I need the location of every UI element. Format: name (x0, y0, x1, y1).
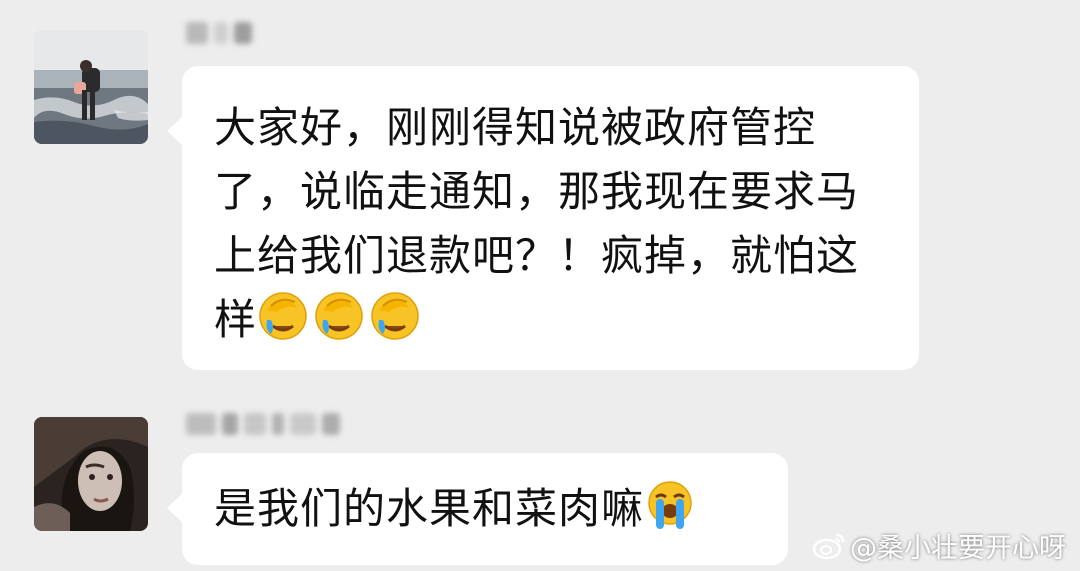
weibo-watermark: @桑小壮要开心呀 (812, 527, 1066, 564)
loudly-crying-emoji (648, 481, 692, 529)
sender-avatar-1[interactable] (34, 30, 148, 144)
message-bubble-1[interactable]: 大家好，刚刚得知说被政府管控了，说临走通知，那我现在要求马上给我们退款吧？！疯掉… (167, 66, 919, 370)
facepalm-crying-emoji (315, 292, 363, 340)
sender-name-blurred (186, 14, 252, 52)
weibo-logo-icon (812, 533, 845, 560)
facepalm-crying-emoji (371, 292, 419, 340)
message-text-1: 大家好，刚刚得知说被政府管控了，说临走通知，那我现在要求马上给我们退款吧？！疯掉… (214, 103, 860, 344)
seaside-traveler-photo (34, 30, 148, 144)
facepalm-crying-emoji (259, 292, 307, 340)
sender-name-blurred (186, 405, 340, 443)
woman-portrait-photo (34, 417, 148, 531)
message-bubble-2[interactable]: 是我们的水果和菜肉嘛 (167, 453, 788, 565)
sender-avatar-2[interactable] (34, 417, 148, 531)
watermark-text: @桑小壮要开心呀 (850, 532, 1066, 564)
message-text-2: 是我们的水果和菜肉嘛 (214, 484, 645, 533)
